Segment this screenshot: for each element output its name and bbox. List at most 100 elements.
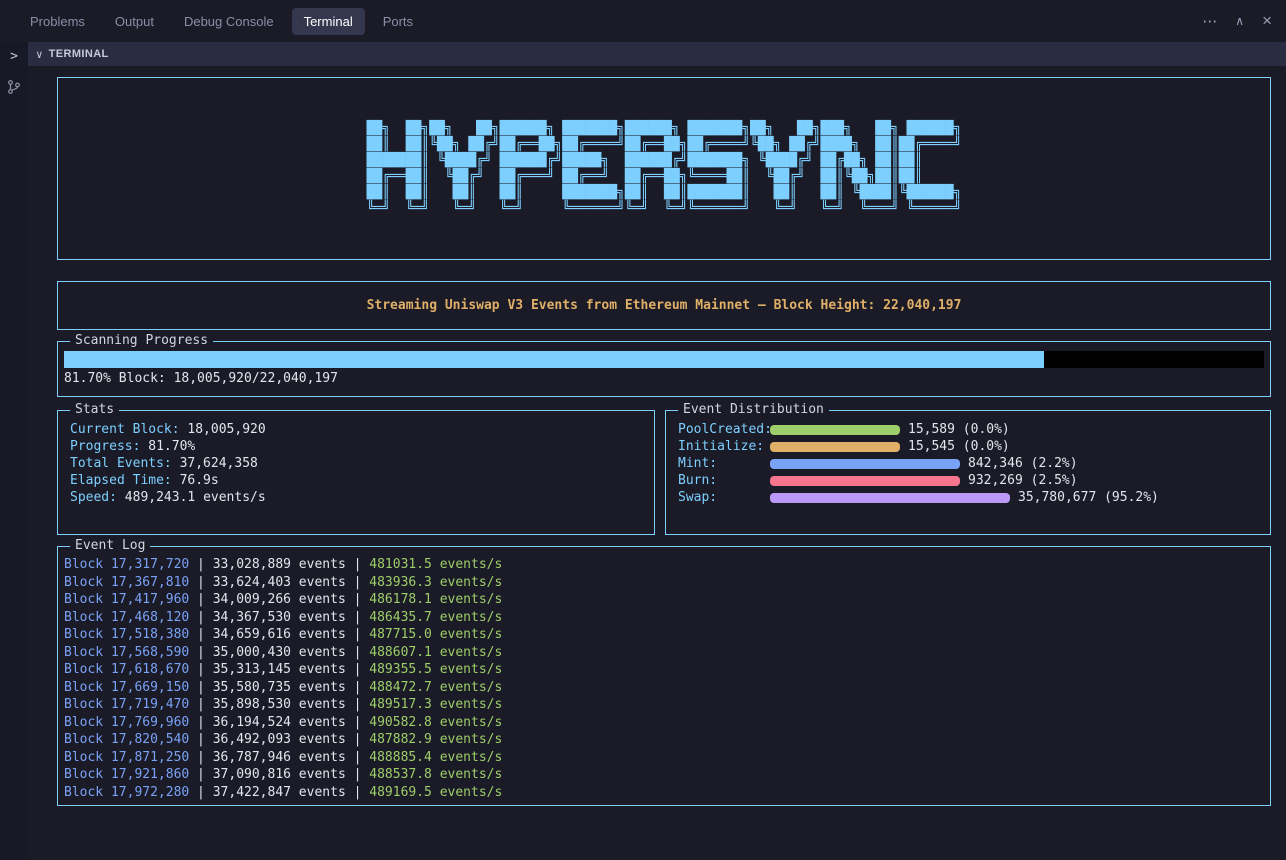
distribution-label: Burn:	[678, 473, 770, 488]
log-rate: 489355.5 events/s	[369, 662, 502, 677]
distribution-row: PoolCreated:15,589 (0.0%)	[678, 421, 1258, 438]
distribution-value: 15,589 (0.0%)	[908, 422, 1010, 437]
log-separator: |	[189, 575, 212, 590]
stat-label: Speed:	[70, 490, 117, 505]
log-events: 35,313,145 events	[213, 662, 346, 677]
log-rate: 486178.1 events/s	[369, 592, 502, 607]
log-row: Block 17,417,960 | 34,009,266 events | 4…	[64, 591, 1258, 609]
stats-title: Stats	[70, 402, 119, 418]
log-separator: |	[346, 662, 369, 677]
log-block: Block 17,669,150	[64, 680, 189, 695]
stat-row: Progress: 81.70%	[70, 438, 642, 455]
log-rate: 488537.8 events/s	[369, 767, 502, 782]
log-row: Block 17,568,590 | 35,000,430 events | 4…	[64, 644, 1258, 662]
panel-sidebar: >	[0, 42, 28, 860]
log-events: 34,367,530 events	[213, 610, 346, 625]
log-separator: |	[189, 645, 212, 660]
stat-row: Total Events: 37,624,358	[70, 455, 642, 472]
stats-box: Stats Current Block: 18,005,920 Progress…	[57, 410, 655, 535]
log-rate: 487715.0 events/s	[369, 627, 502, 642]
ellipsis-icon[interactable]: ⋯	[1202, 12, 1217, 30]
stat-value: 37,624,358	[180, 456, 258, 471]
tab-output[interactable]: Output	[103, 8, 166, 35]
panel-actions: ⋯ ∧ ×	[1202, 0, 1272, 42]
log-row: Block 17,518,380 | 34,659,616 events | 4…	[64, 626, 1258, 644]
log-row: Block 17,468,120 | 34,367,530 events | 4…	[64, 609, 1258, 627]
tab-ports[interactable]: Ports	[371, 8, 425, 35]
log-block: Block 17,921,860	[64, 767, 189, 782]
event-log-box: Event Log Block 17,317,720 | 33,028,889 …	[57, 546, 1271, 806]
log-events: 35,580,735 events	[213, 680, 346, 695]
progress-bar	[64, 351, 1264, 368]
log-separator: |	[189, 697, 212, 712]
log-rate: 486435.7 events/s	[369, 610, 502, 625]
log-events: 36,194,524 events	[213, 715, 346, 730]
log-block: Block 17,972,280	[64, 785, 189, 800]
log-separator: |	[189, 610, 212, 625]
chevron-up-icon[interactable]: ∧	[1235, 14, 1244, 28]
stat-label: Total Events:	[70, 456, 172, 471]
log-row: Block 17,618,670 | 35,313,145 events | 4…	[64, 661, 1258, 679]
terminal-output[interactable]: ██╗ ██╗██╗ ██╗██████╗ ███████╗██████╗ ██…	[28, 66, 1286, 860]
distribution-value: 15,545 (0.0%)	[908, 439, 1010, 454]
log-row: Block 17,367,810 | 33,624,403 events | 4…	[64, 574, 1258, 592]
chevron-down-icon[interactable]: ∨	[36, 48, 43, 61]
tab-debug-console[interactable]: Debug Console	[172, 8, 286, 35]
event-distribution-box: Event Distribution PoolCreated:15,589 (0…	[665, 410, 1271, 535]
log-separator: |	[346, 732, 369, 747]
stat-value: 81.70%	[148, 439, 195, 454]
log-rate: 489517.3 events/s	[369, 697, 502, 712]
stats-distribution-row: Stats Current Block: 18,005,920 Progress…	[57, 410, 1271, 535]
stat-row: Speed: 489,243.1 events/s	[70, 489, 642, 506]
close-icon[interactable]: ×	[1262, 11, 1272, 31]
progress-status: 81.70% Block: 18,005,920/22,040,197	[64, 371, 1264, 386]
terminal-title[interactable]: TERMINAL	[49, 48, 109, 60]
subtitle-text: Streaming Uniswap V3 Events from Ethereu…	[367, 298, 962, 313]
log-rate: 488607.1 events/s	[369, 645, 502, 660]
distribution-bar	[770, 425, 900, 435]
distribution-value: 35,780,677 (95.2%)	[1018, 490, 1159, 505]
vscode-panel: Problems Output Debug Console Terminal P…	[0, 0, 1286, 860]
log-row: Block 17,317,720 | 33,028,889 events | 4…	[64, 556, 1258, 574]
distribution-bar	[770, 459, 960, 469]
terminal-section-header: ∨ TERMINAL	[28, 42, 1286, 66]
tab-problems[interactable]: Problems	[18, 8, 97, 35]
log-separator: |	[189, 627, 212, 642]
stat-label: Elapsed Time:	[70, 473, 172, 488]
distribution-row: Mint:842,346 (2.2%)	[678, 455, 1258, 472]
panel-tab-bar: Problems Output Debug Console Terminal P…	[0, 0, 1286, 42]
log-block: Block 17,468,120	[64, 610, 189, 625]
log-separator: |	[346, 557, 369, 572]
log-rate: 483936.3 events/s	[369, 575, 502, 590]
stat-row: Current Block: 18,005,920	[70, 421, 642, 438]
log-separator: |	[189, 557, 212, 572]
chevron-right-icon[interactable]: >	[10, 49, 18, 65]
stat-value: 76.9s	[180, 473, 219, 488]
log-events: 34,659,616 events	[213, 627, 346, 642]
log-row: Block 17,769,960 | 36,194,524 events | 4…	[64, 714, 1258, 732]
tab-terminal[interactable]: Terminal	[292, 8, 365, 35]
log-block: Block 17,871,250	[64, 750, 189, 765]
distribution-label: Swap:	[678, 490, 770, 505]
log-separator: |	[346, 767, 369, 782]
distribution-row: Initialize:15,545 (0.0%)	[678, 438, 1258, 455]
log-separator: |	[189, 662, 212, 677]
log-separator: |	[346, 750, 369, 765]
scanning-progress-title: Scanning Progress	[70, 333, 213, 349]
log-separator: |	[189, 750, 212, 765]
git-branch-icon[interactable]	[6, 79, 22, 95]
log-block: Block 17,317,720	[64, 557, 189, 572]
log-separator: |	[346, 697, 369, 712]
log-block: Block 17,367,810	[64, 575, 189, 590]
log-separator: |	[189, 785, 212, 800]
distribution-value: 932,269 (2.5%)	[968, 473, 1078, 488]
distribution-row: Swap: 35,780,677 (95.2%)	[678, 489, 1258, 506]
log-block: Block 17,568,590	[64, 645, 189, 660]
log-rate: 489169.5 events/s	[369, 785, 502, 800]
log-separator: |	[189, 715, 212, 730]
log-separator: |	[346, 592, 369, 607]
stat-label: Progress:	[70, 439, 140, 454]
scanning-progress-box: Scanning Progress 81.70% Block: 18,005,9…	[57, 341, 1271, 397]
log-separator: |	[189, 592, 212, 607]
log-events: 36,492,093 events	[213, 732, 346, 747]
